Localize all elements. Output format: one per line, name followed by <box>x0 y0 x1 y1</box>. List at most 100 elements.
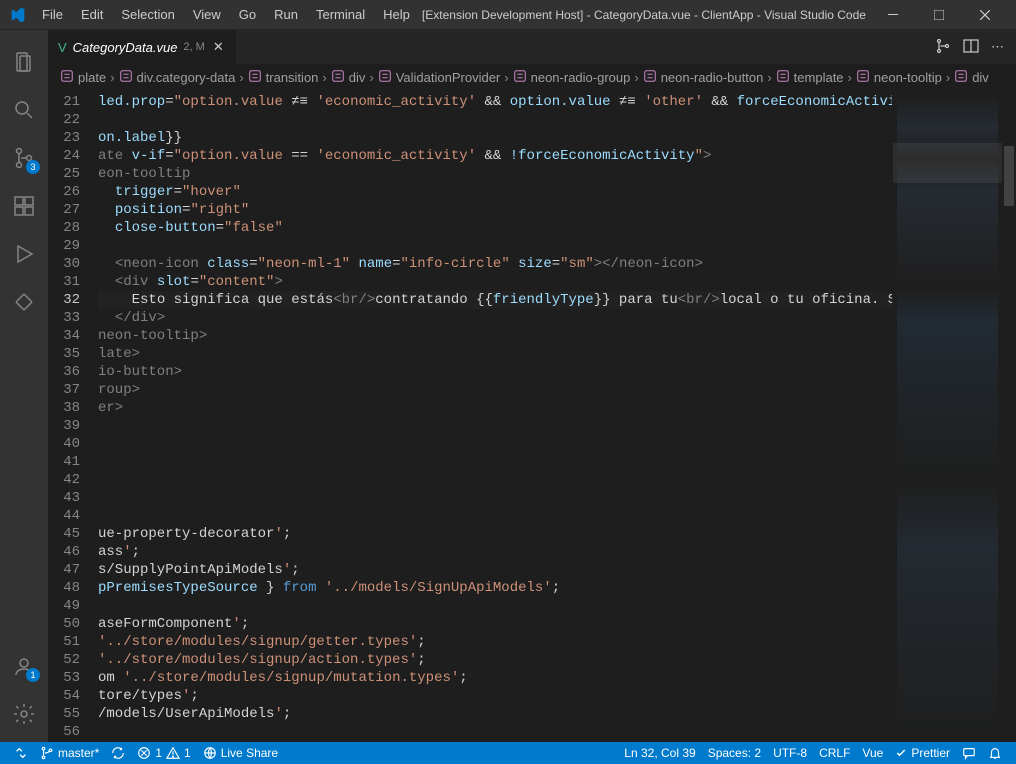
line-number[interactable]: 49 <box>48 597 80 615</box>
code-line[interactable]: /models/UserApiModels'; <box>98 705 892 723</box>
code-line[interactable]: close-button="false" <box>98 219 892 237</box>
line-number[interactable]: 40 <box>48 435 80 453</box>
code-line[interactable]: position="right" <box>98 201 892 219</box>
line-number[interactable]: 36 <box>48 363 80 381</box>
more-actions-icon[interactable]: ⋯ <box>991 39 1004 55</box>
status-remote[interactable] <box>8 742 34 764</box>
line-number[interactable]: 44 <box>48 507 80 525</box>
code-line[interactable]: trigger="hover" <box>98 183 892 201</box>
breadcrumb-item[interactable]: div <box>331 69 366 86</box>
menu-view[interactable]: View <box>185 3 229 26</box>
line-number[interactable]: 27 <box>48 201 80 219</box>
line-number[interactable]: 42 <box>48 471 80 489</box>
line-number[interactable]: 23 <box>48 129 80 147</box>
extensions-icon[interactable] <box>0 182 48 230</box>
line-number[interactable]: 34 <box>48 327 80 345</box>
code-line[interactable] <box>98 723 892 741</box>
line-number[interactable]: 54 <box>48 687 80 705</box>
code-content[interactable]: led.prop="option.value ≠≡ 'economic_acti… <box>98 91 892 742</box>
maximize-icon[interactable] <box>916 0 962 30</box>
code-line[interactable]: s/SupplyPointApiModels'; <box>98 561 892 579</box>
line-number[interactable]: 38 <box>48 399 80 417</box>
explorer-icon[interactable] <box>0 38 48 86</box>
status-prettier[interactable]: Prettier <box>889 746 956 760</box>
breadcrumb-item[interactable]: neon-tooltip <box>856 69 942 86</box>
breadcrumb-item[interactable]: template <box>776 69 844 86</box>
line-number[interactable]: 31 <box>48 273 80 291</box>
split-editor-icon[interactable] <box>963 38 979 57</box>
code-editor[interactable]: 2122232425262728293031323334353637383940… <box>48 91 1016 742</box>
menu-terminal[interactable]: Terminal <box>308 3 373 26</box>
minimap[interactable] <box>892 91 1002 742</box>
code-line[interactable]: '../store/modules/signup/getter.types'; <box>98 633 892 651</box>
breadcrumb-item[interactable]: neon-radio-button <box>643 69 764 86</box>
line-number[interactable]: 56 <box>48 723 80 741</box>
code-line[interactable]: ue-property-decorator'; <box>98 525 892 543</box>
menu-selection[interactable]: Selection <box>113 3 182 26</box>
code-line[interactable]: '../store/modules/signup/action.types'; <box>98 651 892 669</box>
line-number[interactable]: 51 <box>48 633 80 651</box>
status-problems[interactable]: 1 1 <box>131 742 196 764</box>
line-number[interactable]: 52 <box>48 651 80 669</box>
line-number[interactable]: 39 <box>48 417 80 435</box>
menu-help[interactable]: Help <box>375 3 418 26</box>
code-line[interactable] <box>98 507 892 525</box>
code-line[interactable]: eon-tooltip <box>98 165 892 183</box>
line-number[interactable]: 50 <box>48 615 80 633</box>
breadcrumbs[interactable]: plate›div.category-data›transition›div›V… <box>48 65 1016 91</box>
line-number[interactable]: 43 <box>48 489 80 507</box>
status-feedback-icon[interactable] <box>956 746 982 760</box>
code-line[interactable]: late> <box>98 345 892 363</box>
code-line[interactable]: <neon-icon class="neon-ml-1" name="info-… <box>98 255 892 273</box>
close-icon[interactable] <box>962 0 1008 30</box>
line-number[interactable]: 45 <box>48 525 80 543</box>
remote-icon[interactable] <box>0 278 48 326</box>
menu-file[interactable]: File <box>34 3 71 26</box>
line-number[interactable]: 47 <box>48 561 80 579</box>
status-cursor-position[interactable]: Ln 32, Col 39 <box>618 746 701 760</box>
search-icon[interactable] <box>0 86 48 134</box>
code-line[interactable]: neon-tooltip> <box>98 327 892 345</box>
status-branch[interactable]: master* <box>34 742 105 764</box>
code-line[interactable]: ate v-if="option.value == 'economic_acti… <box>98 147 892 165</box>
breadcrumb-item[interactable]: transition <box>248 69 319 86</box>
line-number[interactable]: 30 <box>48 255 80 273</box>
line-number[interactable]: 25 <box>48 165 80 183</box>
status-notifications-icon[interactable] <box>982 746 1008 760</box>
line-number[interactable]: 26 <box>48 183 80 201</box>
status-sync[interactable] <box>105 742 131 764</box>
code-line[interactable] <box>98 597 892 615</box>
code-line[interactable]: <div slot="content"> <box>98 273 892 291</box>
status-eol[interactable]: CRLF <box>813 746 856 760</box>
line-number[interactable]: 35 <box>48 345 80 363</box>
code-line[interactable] <box>98 435 892 453</box>
line-number[interactable]: 41 <box>48 453 80 471</box>
code-line[interactable]: Esto significa que estás<br/>contratando… <box>98 291 892 309</box>
line-number[interactable]: 53 <box>48 669 80 687</box>
menu-go[interactable]: Go <box>231 3 264 26</box>
compare-changes-icon[interactable] <box>935 38 951 57</box>
line-number[interactable]: 29 <box>48 237 80 255</box>
code-line[interactable]: er> <box>98 399 892 417</box>
line-number[interactable]: 55 <box>48 705 80 723</box>
code-line[interactable]: pPremisesTypeSource } from '../models/Si… <box>98 579 892 597</box>
minimap-slider[interactable] <box>893 143 1002 183</box>
breadcrumb-item[interactable]: neon-radio-group <box>513 69 631 86</box>
breadcrumb-item[interactable]: plate <box>60 69 106 86</box>
code-line[interactable]: </div> <box>98 309 892 327</box>
scrollbar-thumb[interactable] <box>1004 146 1014 206</box>
code-line[interactable]: om '../store/modules/signup/mutation.typ… <box>98 669 892 687</box>
code-line[interactable] <box>98 417 892 435</box>
status-liveshare[interactable]: Live Share <box>197 742 284 764</box>
close-tab-icon[interactable]: ✕ <box>211 37 226 57</box>
code-line[interactable]: tore/types'; <box>98 687 892 705</box>
status-indentation[interactable]: Spaces: 2 <box>702 746 767 760</box>
line-number[interactable]: 21 <box>48 93 80 111</box>
code-line[interactable]: led.prop="option.value ≠≡ 'economic_acti… <box>98 93 892 111</box>
code-line[interactable]: on.label}} <box>98 129 892 147</box>
run-debug-icon[interactable] <box>0 230 48 278</box>
vertical-scrollbar[interactable] <box>1002 91 1016 742</box>
line-number[interactable]: 22 <box>48 111 80 129</box>
line-number[interactable]: 33 <box>48 309 80 327</box>
code-line[interactable]: roup> <box>98 381 892 399</box>
